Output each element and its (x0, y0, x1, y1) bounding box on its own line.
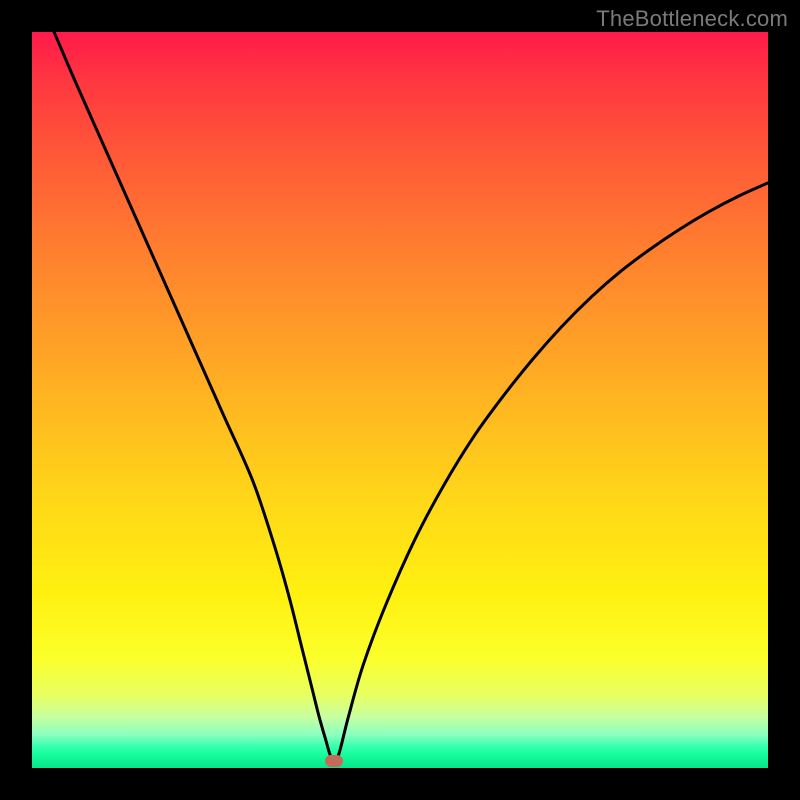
plot-area (32, 32, 768, 768)
minimum-marker (325, 755, 343, 767)
curve-svg (32, 32, 768, 768)
chart-frame: TheBottleneck.com (0, 0, 800, 800)
bottleneck-curve (54, 32, 768, 761)
watermark-label: TheBottleneck.com (596, 6, 788, 32)
